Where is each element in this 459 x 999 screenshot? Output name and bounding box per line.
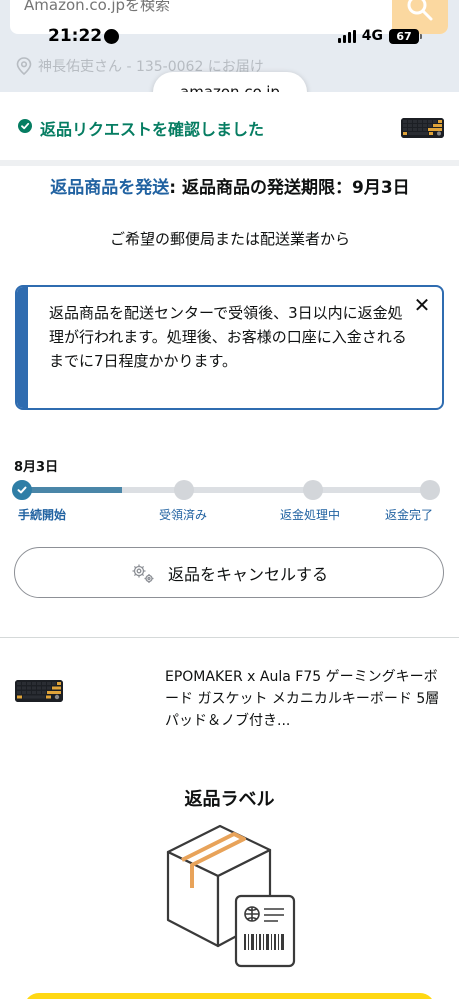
bottom-action-button[interactable]	[24, 993, 435, 999]
close-icon[interactable]: ✕	[412, 295, 432, 315]
gear-icon	[132, 564, 154, 583]
info-accent-bar	[17, 287, 28, 408]
ship-deadline-heading: 返品商品を発送: 返品商品の発送期限：9月3日	[30, 176, 430, 200]
refund-info-box: 返品商品を配送センターで受領後、3日以内に返金処理が行われます。処理後、お客様の…	[15, 285, 444, 410]
product-thumbnail[interactable]	[401, 118, 444, 138]
location-pin-icon	[16, 57, 32, 75]
ship-return-link[interactable]: 返品商品を発送	[50, 178, 169, 198]
tracker-progress	[22, 487, 122, 493]
tracker-date: 8月3日	[14, 460, 59, 475]
cancel-return-button[interactable]: 返品をキャンセルする	[14, 547, 444, 598]
search-icon	[407, 0, 433, 21]
status-time: 21:22	[48, 26, 103, 46]
network-type: 4G	[361, 28, 383, 44]
confirmation-banner: 返品リクエストを確認しました	[0, 92, 459, 162]
check-icon	[17, 486, 27, 494]
signal-icon	[337, 29, 356, 43]
divider	[0, 637, 459, 638]
step-label-received: 受領済み	[159, 508, 208, 522]
return-label-heading: 返品ラベル	[184, 789, 275, 810]
step-dot-started	[12, 480, 32, 500]
step-dot-refund-processing	[303, 480, 323, 500]
step-dot-refund-complete	[420, 480, 440, 500]
confirmation-text: 返品リクエストを確認しました	[40, 120, 265, 139]
step-label-refund-processing: 返金処理中	[280, 508, 341, 522]
cancel-return-label: 返品をキャンセルする	[167, 564, 328, 584]
step-dot-received	[174, 480, 194, 500]
status-indicators: 4G 67	[337, 28, 422, 44]
battery-icon: 67	[389, 28, 422, 44]
ship-subtitle: ご希望の郵便局または配送業者から	[109, 230, 350, 248]
section-separator	[0, 160, 459, 166]
check-circle-icon	[18, 119, 32, 133]
ship-deadline-text: 返品商品の発送期限：9月3日	[176, 178, 410, 198]
step-label-started: 手続開始	[18, 508, 67, 522]
return-label-illustration	[160, 820, 300, 974]
product-image[interactable]	[15, 680, 63, 702]
location-services-icon	[104, 29, 119, 44]
search-input[interactable]	[24, 0, 384, 22]
refund-info-text: 返品商品を配送センターで受領後、3日以内に返金処理が行われます。処理後、お客様の…	[49, 304, 407, 370]
product-title[interactable]: EPOMAKER x Aula F75 ゲーミングキーボード ガスケット メカニ…	[165, 666, 445, 732]
package-label-icon	[166, 824, 296, 968]
step-label-refund-complete: 返金完了	[385, 508, 434, 522]
